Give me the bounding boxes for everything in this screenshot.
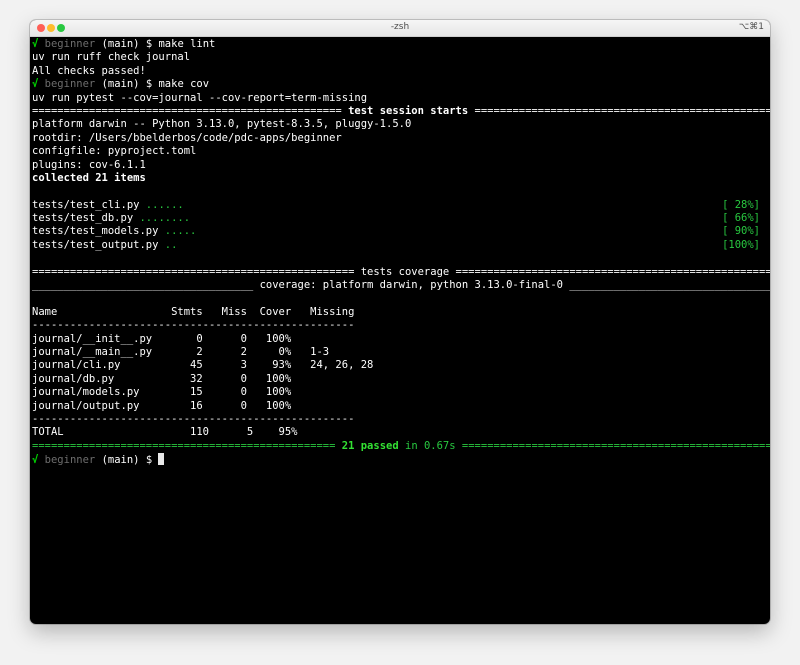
terminal-window: -zsh ⌥⌘1 √ beginner (main) $ make lint u… [30,20,770,624]
output-line: uv run ruff check journal [32,51,191,64]
prompt-dir: beginner [44,38,96,50]
separator: ========================================… [461,439,770,452]
test-file: tests/test_models.py [32,225,159,238]
prompt-branch: (main) [101,78,140,91]
test-result-row: tests/test_models.py ..... [ 90%] [32,225,770,238]
command-text: make lint [158,38,216,50]
window-shortcut-label: ⌥⌘1 [738,22,764,32]
output-line: rootdir: /Users/bbelderbos/code/pdc-apps… [32,131,342,144]
test-dots: ........ [139,212,191,225]
test-result-row: tests/test_db.py ........ [ 66%] [32,212,770,225]
prompt-symbol: $ [145,78,153,91]
coverage-total: TOTAL 110 5 95% [32,426,298,439]
coverage-row: journal/models.py 15 0 100% [32,386,292,399]
session-title: test session starts [348,104,469,117]
coverage-row: journal/__init__.py 0 0 100% [32,332,292,345]
coverage-row: journal/output.py 16 0 100% [32,399,292,412]
coverage-row: journal/cli.py 45 3 93% 24, 26, 28 [32,359,374,372]
prompt-line: √ beginner (main) $ make lint [32,38,770,51]
coverage-row: journal/db.py 32 0 100% [32,372,292,385]
prompt-branch: (main) [101,38,140,50]
test-file: tests/test_output.py [32,238,159,251]
window-title: -zsh [390,22,410,32]
output-line: All checks passed! [32,64,146,77]
test-file: tests/test_db.py [32,212,134,225]
test-dots: ...... [145,198,184,211]
test-progress: [ 66%] [722,212,760,225]
coverage-divider: ----------------------------------------… [32,412,355,425]
prompt-line: √ beginner (main) $ make cov [32,78,770,91]
coverage-subheader: ___________________________________ cove… [32,279,770,292]
prompt-branch: (main) [101,454,140,467]
output-line: platform darwin -- Python 3.13.0, pytest… [32,118,412,131]
separator: ========================================… [32,104,342,117]
prompt-dir: beginner [44,78,96,91]
collected-line: collected 21 items [32,171,146,184]
prompt-line: √ beginner (main) $ [32,453,770,466]
coverage-row: journal/__main__.py 2 2 0% 1-3 [32,345,330,358]
output-line: uv run pytest --cov=journal --cov-report… [32,91,368,104]
prompt-check-icon: √ [32,38,39,50]
command-text: make cov [158,78,210,91]
test-progress: [100%] [722,238,760,251]
prompt-check-icon: √ [32,454,39,467]
title-bar: -zsh ⌥⌘1 [30,20,770,37]
test-result-row: tests/test_output.py .. [100%] [32,239,770,252]
coverage-divider: ----------------------------------------… [32,319,355,332]
prompt-dir: beginner [44,454,96,467]
separator: ========================================… [32,439,336,452]
separator: ========================================… [474,104,770,117]
prompt-symbol: $ [145,454,153,467]
session-header: ========================================… [32,105,770,118]
test-dots: .. [164,238,178,251]
prompt-symbol: $ [145,38,153,50]
elapsed-time: in 0.67s [405,439,456,452]
coverage-column-header: Name Stmts Miss Cover Missing [32,305,355,318]
test-progress: [ 28%] [722,198,760,211]
test-file: tests/test_cli.py [32,198,140,211]
test-result-row: tests/test_cli.py ...... [ 28%] [32,199,770,212]
text-cursor[interactable] [158,453,165,466]
output-line: configfile: pyproject.toml [32,145,197,158]
summary-line: ========================================… [32,440,770,453]
test-dots: ..... [164,225,197,238]
prompt-check-icon: √ [32,78,39,91]
output-line: plugins: cov-6.1.1 [32,158,146,171]
terminal-output[interactable]: √ beginner (main) $ make lint uv run ruf… [32,38,770,624]
coverage-header: ========================================… [32,265,770,278]
passed-count: 21 passed [341,439,399,452]
test-progress: [ 90%] [722,225,760,238]
